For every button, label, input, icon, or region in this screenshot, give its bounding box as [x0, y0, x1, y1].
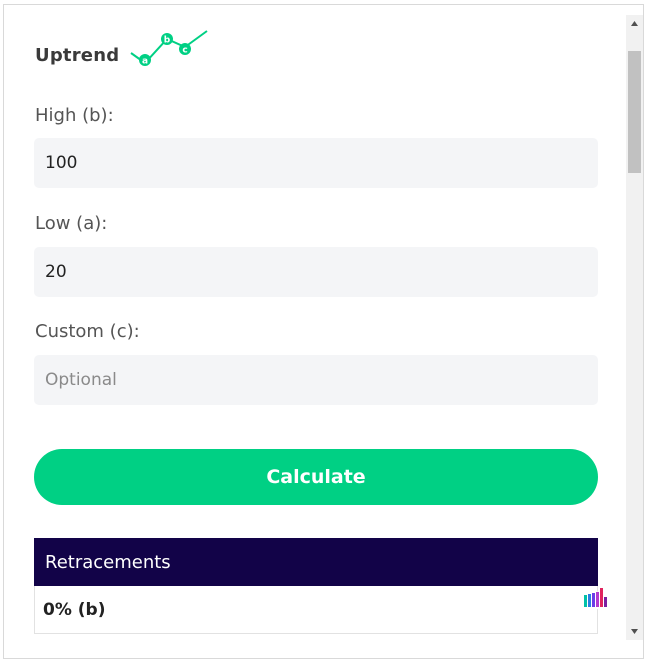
retracements-header: Retracements [34, 538, 598, 586]
point-a-label: a [142, 57, 148, 67]
row-label: 0% (b) [43, 599, 106, 620]
abc-uptrend-icon: a b c [130, 30, 208, 67]
low-input[interactable] [34, 247, 598, 297]
custom-label: Custom (c): [35, 321, 140, 342]
scroll-up-icon[interactable] [626, 15, 643, 32]
trend-selector[interactable]: Uptrend a b c [35, 30, 208, 75]
table-row: 0% (b) [34, 586, 598, 634]
calculator-frame: Uptrend a b c High (b): Low (a): Custom … [3, 4, 644, 659]
retracements-title: Retracements [45, 551, 171, 573]
trend-label: Uptrend [35, 44, 120, 66]
low-label: Low (a): [35, 213, 108, 234]
scroll-down-icon[interactable] [626, 623, 643, 640]
calculate-button[interactable]: Calculate [34, 449, 598, 505]
bar-chart-logo-icon[interactable] [574, 583, 614, 611]
high-input[interactable] [34, 138, 598, 188]
custom-input[interactable] [34, 355, 598, 405]
scrollbar-thumb[interactable] [628, 51, 641, 173]
vertical-scrollbar[interactable] [626, 15, 643, 640]
point-b-label: b [164, 36, 171, 46]
point-c-label: c [182, 46, 187, 56]
high-label: High (b): [35, 105, 114, 126]
